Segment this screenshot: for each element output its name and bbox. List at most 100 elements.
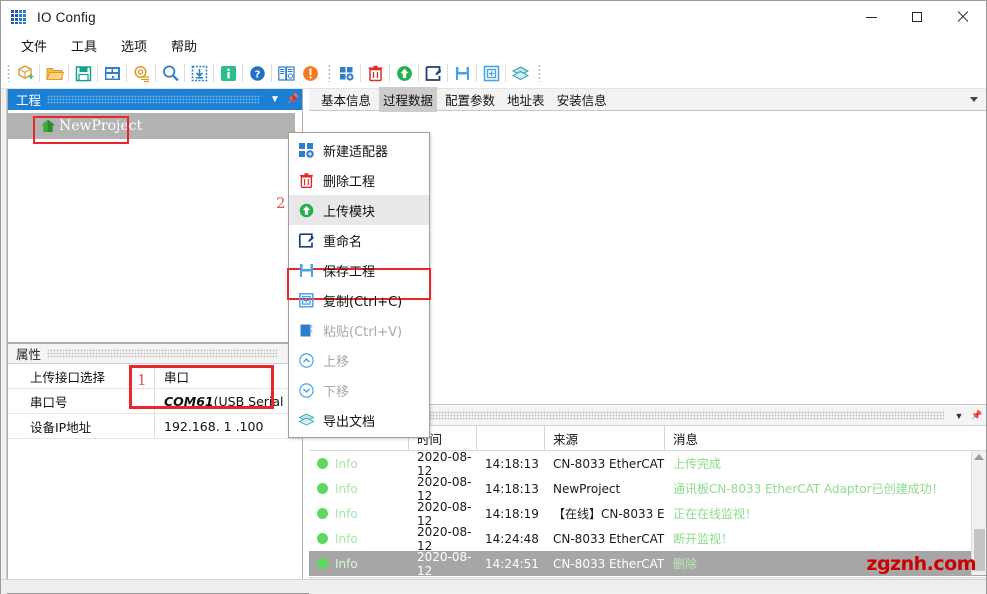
table-row[interactable]: Info 2020-08-12 14:18:13 CN-8033 EtherCA… xyxy=(309,451,986,476)
rename-icon[interactable] xyxy=(421,61,445,85)
export-doc-icon[interactable] xyxy=(508,61,532,85)
pin-icon[interactable]: 📌 xyxy=(284,94,302,105)
save-project-icon[interactable] xyxy=(450,61,474,85)
save-icon xyxy=(289,262,323,279)
chevron-down-icon[interactable] xyxy=(970,97,978,102)
log-level: Info xyxy=(309,551,409,576)
status-dot-icon xyxy=(317,458,328,469)
ctx-delete-project[interactable]: 删除工程 xyxy=(289,165,429,195)
property-value-ip[interactable]: 192.168. 1 .100 xyxy=(155,414,302,439)
toolbar-separator xyxy=(213,64,214,82)
status-dot-icon xyxy=(317,483,328,494)
maximize-button[interactable] xyxy=(894,1,940,33)
log-column-message[interactable]: 消息 xyxy=(665,426,986,451)
status-dot-icon xyxy=(317,508,328,519)
menu-file[interactable]: 文件 xyxy=(13,34,55,57)
upload-icon xyxy=(289,202,323,219)
save-as-icon[interactable] xyxy=(100,61,124,85)
ctx-move-up: 上移 xyxy=(289,345,429,375)
toolbar-grip-2[interactable] xyxy=(328,64,331,82)
tab-config-params[interactable]: 配置参数 xyxy=(441,87,499,112)
table-row[interactable]: Info 2020-08-12 14:18:13 NewProject 通讯板C… xyxy=(309,476,986,501)
toolbar: ? xyxy=(1,58,986,89)
log-message: 断开监视！ xyxy=(665,526,986,551)
toolbar-separator xyxy=(447,64,448,82)
toolbar-separator xyxy=(68,64,69,82)
chevron-down-icon[interactable]: ▼ xyxy=(266,94,284,105)
download-icon[interactable] xyxy=(187,61,211,85)
log-date: 2020-08-12 xyxy=(409,551,477,576)
tab-basic-info[interactable]: 基本信息 xyxy=(317,87,375,112)
log-source: NewProject xyxy=(545,476,665,501)
project-tree-panel: 工程 ▼ 📌 NewProject xyxy=(7,89,303,343)
ctx-paste: 粘贴(Ctrl+V) xyxy=(289,315,429,345)
log-time: 14:24:51 xyxy=(477,551,545,576)
trash-icon xyxy=(289,172,323,189)
tab-strip: 基本信息 过程数据 配置参数 地址表 安装信息 xyxy=(309,89,986,111)
project-tree-body[interactable]: NewProject xyxy=(8,110,302,341)
property-row-comport[interactable]: 串口号 COM61 (USB Serial xyxy=(8,389,302,414)
log-message: 通讯板CN-8033 EtherCAT Adaptor已创建成功！ xyxy=(665,476,986,501)
menu-tools[interactable]: 工具 xyxy=(63,34,105,57)
ctx-save-project[interactable]: 保存工程 xyxy=(289,255,429,285)
property-value-comport[interactable]: COM61 (USB Serial xyxy=(155,389,302,414)
property-value-interface[interactable]: 串口 xyxy=(155,364,302,389)
document-icon[interactable] xyxy=(274,61,298,85)
delete-icon[interactable] xyxy=(363,61,387,85)
open-folder-icon[interactable] xyxy=(42,61,66,85)
ctx-export-doc[interactable]: 导出文档 xyxy=(289,405,429,435)
toolbar-separator xyxy=(242,64,243,82)
close-button[interactable] xyxy=(940,1,986,33)
log-source: 【在线】CN-8033 E xyxy=(545,501,665,526)
tree-node-newproject[interactable]: NewProject xyxy=(8,113,295,139)
log-column-time[interactable] xyxy=(477,426,545,451)
menu-options[interactable]: 选项 xyxy=(113,34,155,57)
ctx-item-label: 导出文档 xyxy=(323,411,375,430)
log-source: CN-8033 EtherCAT xyxy=(545,451,665,476)
property-row-ip[interactable]: 设备IP地址 192.168. 1 .100 xyxy=(8,414,302,439)
info-icon[interactable] xyxy=(216,61,240,85)
toolbar-grip[interactable] xyxy=(7,64,10,82)
settings-gear-icon[interactable] xyxy=(129,61,153,85)
tab-process-data[interactable]: 过程数据 xyxy=(379,87,437,112)
log-source: CN-8033 EtherCAT xyxy=(545,526,665,551)
ctx-upload-module[interactable]: 上传模块 xyxy=(289,195,429,225)
log-time: 14:18:13 xyxy=(477,476,545,501)
app-grid-icon xyxy=(11,9,29,25)
minimize-button[interactable] xyxy=(848,1,894,33)
copy-icon xyxy=(289,292,323,309)
property-row-interface[interactable]: 上传接口选择 串口 xyxy=(8,364,302,389)
save-icon[interactable] xyxy=(71,61,95,85)
window-controls xyxy=(848,1,986,33)
ctx-rename[interactable]: 重命名 xyxy=(289,225,429,255)
table-row[interactable]: Info 2020-08-12 14:24:48 CN-8033 EtherCA… xyxy=(309,526,986,551)
alert-icon[interactable] xyxy=(298,61,322,85)
log-level: Info xyxy=(309,501,409,526)
pin-icon[interactable]: 📌 xyxy=(968,410,986,421)
log-level: Info xyxy=(309,451,409,476)
log-column-source[interactable]: 来源 xyxy=(545,426,665,451)
chevron-down-icon[interactable]: ▼ xyxy=(950,411,968,421)
property-value-text: 192.168. 1 .100 xyxy=(164,419,263,434)
title-bar: IO Config xyxy=(1,1,986,33)
ctx-copy[interactable]: 复制(Ctrl+C) xyxy=(289,285,429,315)
menu-bar: 文件 工具 选项 帮助 xyxy=(1,33,986,58)
tab-address-table[interactable]: 地址表 xyxy=(503,87,549,112)
tab-install-info[interactable]: 安装信息 xyxy=(553,87,611,112)
menu-help[interactable]: 帮助 xyxy=(163,34,205,57)
upload-icon[interactable] xyxy=(392,61,416,85)
search-icon[interactable] xyxy=(158,61,182,85)
new-adapter-icon[interactable] xyxy=(334,61,358,85)
log-time: 14:18:19 xyxy=(477,501,545,526)
copy-icon[interactable] xyxy=(479,61,503,85)
ctx-item-label: 删除工程 xyxy=(323,171,375,190)
toolbar-separator xyxy=(126,64,127,82)
project-panel-title: 工程 xyxy=(16,90,41,109)
help-icon[interactable]: ? xyxy=(245,61,269,85)
ctx-new-adapter[interactable]: 新建适配器 xyxy=(289,135,429,165)
property-panel-title: 属性 xyxy=(16,344,41,363)
new-project-icon[interactable] xyxy=(13,61,37,85)
scroll-up-arrow-icon[interactable] xyxy=(974,454,984,460)
table-row[interactable]: Info 2020-08-12 14:18:19 【在线】CN-8033 E 正… xyxy=(309,501,986,526)
toolbar-grip-3[interactable] xyxy=(538,64,541,82)
